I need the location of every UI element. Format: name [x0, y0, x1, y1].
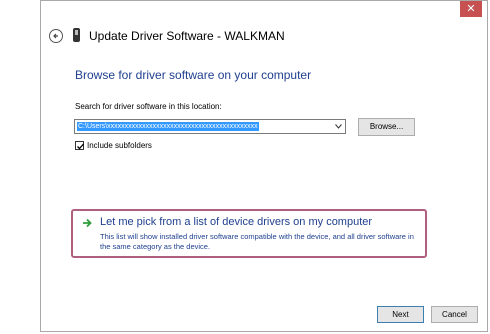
include-subfolders-checkbox[interactable] — [75, 141, 84, 150]
window-title: Update Driver Software - WALKMAN — [89, 29, 285, 43]
close-button[interactable]: ✕ — [460, 1, 482, 17]
green-arrow-icon — [83, 218, 92, 228]
chevron-down-icon[interactable] — [335, 124, 342, 129]
dialog-window: ✕ Update Driver Software - WALKMAN Brows… — [40, 0, 488, 332]
cancel-button[interactable]: Cancel — [431, 306, 478, 323]
search-path-combobox[interactable]: C:\Users\xxxxxxxxxxxxxxxxxxxxxxxxxxxxxxx… — [74, 119, 346, 134]
back-arrow-icon — [53, 33, 58, 39]
search-path-value[interactable]: C:\Users\xxxxxxxxxxxxxxxxxxxxxxxxxxxxxxx… — [77, 122, 259, 131]
page-heading: Browse for driver software on your compu… — [75, 68, 312, 82]
browse-button[interactable]: Browse... — [358, 118, 415, 136]
include-subfolders-label[interactable]: Include subfolders — [87, 141, 152, 150]
pick-option-title[interactable]: Let me pick from a list of device driver… — [100, 216, 372, 228]
pick-from-list-option[interactable]: Let me pick from a list of device driver… — [71, 209, 427, 258]
pick-option-description: This list will show installed driver sof… — [100, 232, 414, 251]
walkman-device-icon — [73, 28, 80, 42]
back-button[interactable] — [49, 29, 63, 43]
search-location-label: Search for driver software in this locat… — [75, 102, 222, 111]
next-button[interactable]: Next — [377, 306, 424, 323]
checkmark-icon — [77, 143, 84, 150]
